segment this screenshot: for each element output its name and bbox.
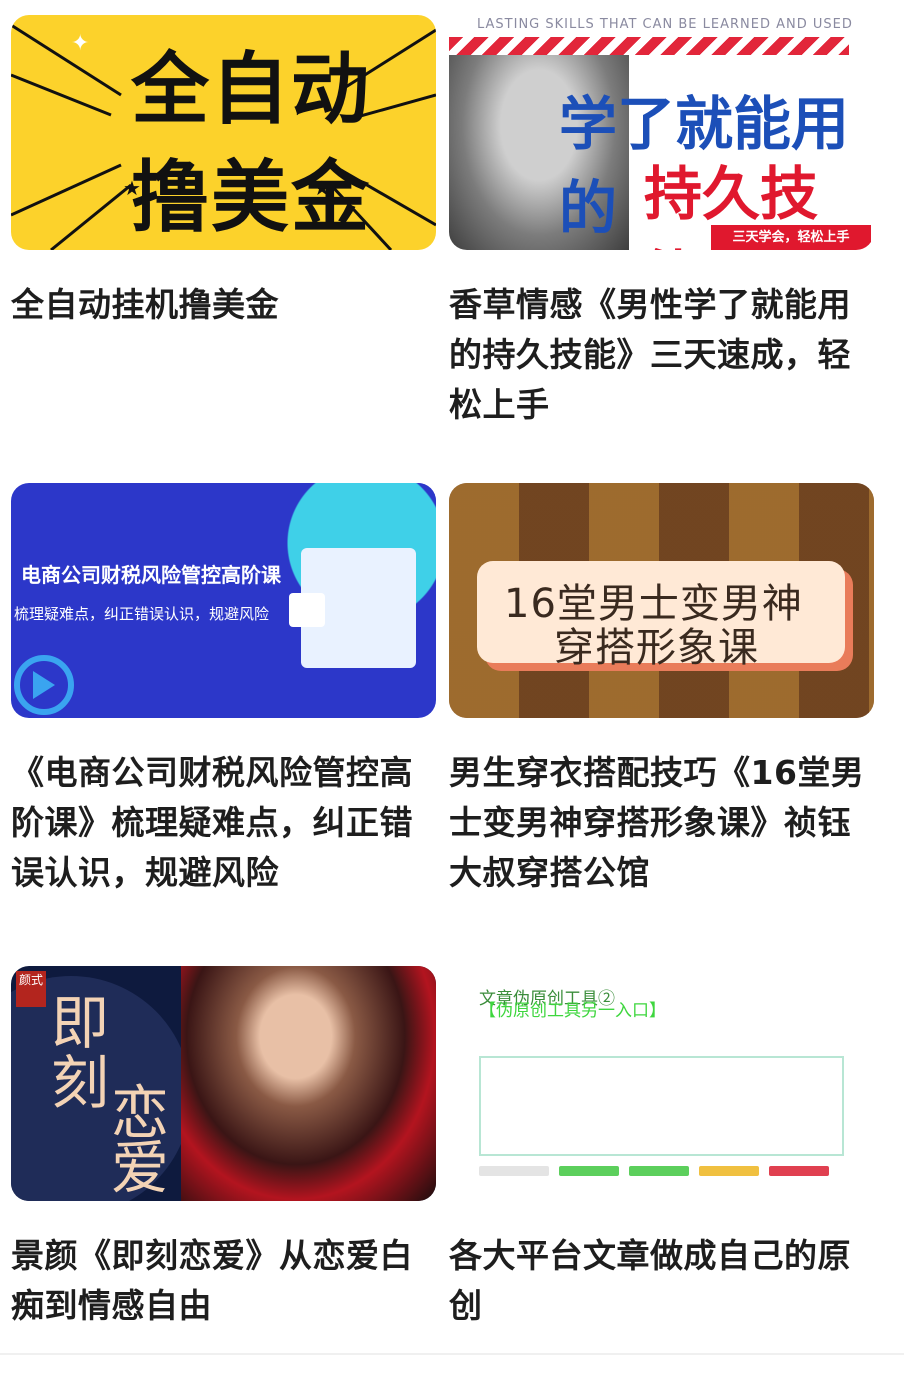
text-input-illustration [479,1056,844,1156]
article-title[interactable]: 香草情感《男性学了就能用的持久技能》三天速成，轻松上手 [449,280,874,430]
article-thumbnail[interactable]: 文章伪原创工具② 【伪原创工具另一入口】 [449,966,874,1201]
button-illustration [559,1166,619,1176]
couple-photo [181,966,436,1201]
article-card[interactable]: ✦ ★ ★ 全自动 撸美金 全自动挂机撸美金 [11,15,436,330]
button-illustration [479,1166,549,1176]
article-title[interactable]: 全自动挂机撸美金 [11,280,436,330]
button-illustration [769,1166,829,1176]
article-title[interactable]: 各大平台文章做成自己的原创 [449,1231,874,1331]
article-thumbnail[interactable]: ✦ ★ ★ 全自动 撸美金 [11,15,436,250]
article-card[interactable]: 颜式 即 刻 恋 爱 景颜《即刻恋爱》从恋爱白痴到情感自由 [11,966,436,1331]
article-thumbnail[interactable]: LASTING SKILLS THAT CAN BE LEARNED AND U… [449,15,874,250]
article-card[interactable]: 16堂男士变男神 穿搭形象课 男生穿衣搭配技巧《16堂男士变男神穿搭形象课》祯钰… [449,483,874,898]
button-illustration [699,1166,759,1176]
thumbnail-text: 电商公司财税风险管控高阶课 [21,563,281,587]
thumbnail-text: 撸美金 [131,153,372,243]
article-thumbnail[interactable]: 电商公司财税风险管控高阶课 梳理疑难点，纠正错误认识，规避风险 [11,483,436,718]
article-card[interactable]: 电商公司财税风险管控高阶课 梳理疑难点，纠正错误认识，规避风险 《电商公司财税风… [11,483,436,898]
chart-card-illustration [289,593,325,627]
article-title[interactable]: 《电商公司财税风险管控高阶课》梳理疑难点，纠正错误认识，规避风险 [11,748,436,898]
seal-stamp: 颜式 [16,971,46,1007]
bottom-divider [0,1353,904,1355]
article-title[interactable]: 男生穿衣搭配技巧《16堂男士变男神穿搭形象课》祯钰大叔穿搭公馆 [449,748,874,898]
play-triangle-icon [33,671,55,699]
thumbnail-tag: 三天学会，轻松上手 [711,225,871,250]
thumbnail-text: 爱 [111,1134,170,1201]
article-grid: ✦ ★ ★ 全自动 撸美金 全自动挂机撸美金 LASTING SKILLS TH… [0,0,904,1373]
thumbnail-text: 穿搭形象课 [554,625,759,671]
sparkle-icon: ✦ [71,31,89,56]
thumbnail-text: 刻 [51,1049,110,1117]
button-illustration [629,1166,689,1176]
stripe-decoration [449,37,849,55]
article-card[interactable]: LASTING SKILLS THAT CAN BE LEARNED AND U… [449,15,874,430]
article-thumbnail[interactable]: 颜式 即 刻 恋 爱 [11,966,436,1201]
article-card[interactable]: 文章伪原创工具② 【伪原创工具另一入口】 各大平台文章做成自己的原创 [449,966,874,1331]
thumbnail-text: 【伪原创工具另一入口】 [479,1001,666,1021]
thumbnail-text: LASTING SKILLS THAT CAN BE LEARNED AND U… [477,17,853,32]
article-title[interactable]: 景颜《即刻恋爱》从恋爱白痴到情感自由 [11,1231,436,1331]
thumbnail-text: 梳理疑难点，纠正错误认识，规避风险 [14,605,270,623]
article-thumbnail[interactable]: 16堂男士变男神 穿搭形象课 [449,483,874,718]
thumbnail-text: 全自动 [131,45,372,135]
